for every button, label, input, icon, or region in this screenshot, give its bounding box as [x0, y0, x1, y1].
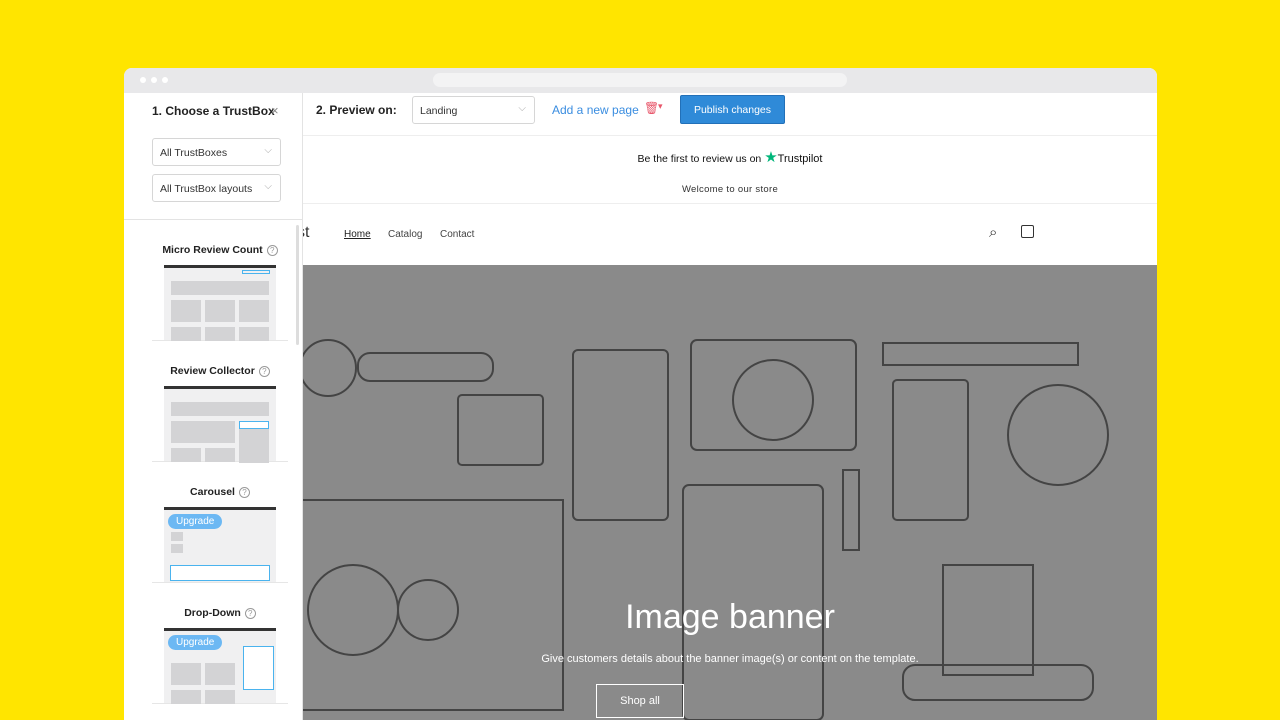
- close-icon[interactable]: ×: [271, 103, 279, 118]
- scrollbar[interactable]: [296, 225, 299, 345]
- store-header: st Home Catalog Contact ⌕: [297, 204, 1157, 265]
- chevron-down-icon: ⌵: [264, 181, 272, 192]
- trustbox-preview: Upgrade: [164, 507, 276, 582]
- window-dot: [140, 77, 146, 83]
- select-value: Landing: [420, 105, 458, 117]
- star-icon: ★: [764, 149, 778, 166]
- search-icon[interactable]: ⌕: [989, 224, 997, 241]
- trustbox-sidebar: 1. Choose a TrustBox × All TrustBoxes ⌵ A…: [124, 93, 303, 720]
- help-icon[interactable]: ?: [244, 608, 256, 619]
- chevron-down-icon[interactable]: ▾: [658, 101, 663, 112]
- banner-title: Image banner: [625, 598, 835, 636]
- address-bar[interactable]: [433, 73, 847, 87]
- card-title: Carousel: [190, 486, 235, 498]
- announcement-area: Be the first to review us on ★Trustpilot…: [303, 136, 1157, 204]
- window-dot: [162, 77, 168, 83]
- card-title: Micro Review Count: [162, 244, 263, 256]
- trustbox-card[interactable]: Carousel? Upgrade: [152, 462, 288, 583]
- trustbox-preview: [164, 386, 276, 463]
- announcement-text: Welcome to our store: [681, 184, 779, 195]
- cart-icon[interactable]: [1021, 225, 1034, 238]
- card-title: Review Collector: [170, 365, 255, 377]
- chevron-down-icon: ⌵: [518, 103, 526, 114]
- trustbox-filter-select[interactable]: All TrustBoxes ⌵: [152, 138, 281, 166]
- browser-chrome: [124, 68, 1157, 93]
- page-select[interactable]: Landing ⌵: [412, 96, 535, 124]
- trustbox-preview: [164, 265, 276, 341]
- add-page-link[interactable]: Add a new page: [552, 103, 639, 117]
- chevron-down-icon: ⌵: [264, 145, 272, 156]
- help-icon[interactable]: ?: [258, 366, 270, 377]
- shop-all-button[interactable]: Shop all: [596, 684, 684, 718]
- help-icon[interactable]: ?: [266, 245, 278, 256]
- layout-filter-select[interactable]: All TrustBox layouts ⌵: [152, 174, 281, 202]
- trustbox-card[interactable]: Review Collector?: [152, 341, 288, 463]
- upgrade-badge[interactable]: Upgrade: [168, 635, 223, 650]
- nav-home[interactable]: Home: [344, 229, 371, 240]
- trustbox-card[interactable]: Drop-Down? Upgrade: [152, 583, 288, 704]
- banner-text: Give customers details about the banner …: [541, 653, 919, 665]
- select-value: All TrustBox layouts: [160, 183, 253, 195]
- help-icon[interactable]: ?: [238, 487, 250, 498]
- select-value: All TrustBoxes: [160, 147, 228, 159]
- trustbox-list: Micro Review Count? Review Collector? Ca…: [124, 219, 302, 720]
- browser-window: 1. Choose a TrustBox × All TrustBoxes ⌵ A…: [124, 68, 1157, 720]
- illustration: [303, 339, 1109, 720]
- preview-toolbar: 2. Preview on: Landing ⌵ Add a new page 🗑…: [303, 93, 1157, 136]
- nav-contact[interactable]: Contact: [440, 229, 474, 240]
- sidebar-title: 1. Choose a TrustBox: [152, 104, 275, 118]
- image-banner: Image banner Give customers details abou…: [303, 265, 1157, 720]
- trustpilot-brand[interactable]: Trustpilot: [778, 153, 823, 165]
- trustbox-preview: Upgrade: [164, 628, 276, 704]
- window-dot: [151, 77, 157, 83]
- trustbox-card[interactable]: Micro Review Count?: [152, 220, 288, 341]
- preview-label: 2. Preview on:: [316, 103, 397, 117]
- upgrade-badge[interactable]: Upgrade: [168, 514, 223, 529]
- card-title: Drop-Down: [184, 607, 241, 619]
- nav-catalog[interactable]: Catalog: [388, 229, 422, 240]
- trash-icon[interactable]: 🗑: [644, 101, 659, 115]
- publish-button[interactable]: Publish changes: [680, 95, 785, 124]
- trustpilot-text: Be the first to review us on: [637, 153, 762, 165]
